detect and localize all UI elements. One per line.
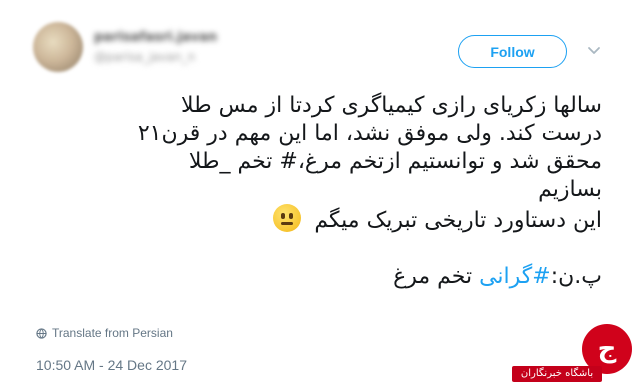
display-name[interactable]: parisafasri.javan <box>94 30 217 45</box>
tweet-last-line: پ.ن:#گرانی تخم مرغ <box>36 263 602 291</box>
translate-label[interactable]: Translate from Persian <box>52 326 173 340</box>
hashtag-link[interactable]: #گرانی <box>479 264 551 289</box>
globe-icon <box>36 327 47 339</box>
user-handle[interactable]: @parisa_javan_n <box>94 50 195 64</box>
follow-button[interactable]: Follow <box>458 35 567 68</box>
tweet-line: این دستاورد تاریخی تبریک میگم <box>314 208 602 233</box>
tweet-text: سالها زکریای رازی کیمیاگری کردتا از مس ط… <box>36 92 602 291</box>
tweet-line: درست کند. ولی موفق نشد، اما این مهم در ق… <box>137 121 602 146</box>
ps-suffix: تخم مرغ <box>393 264 480 289</box>
avatar[interactable] <box>33 22 83 72</box>
chevron-down-icon[interactable] <box>586 42 602 58</box>
watermark-text: باشگاه خبرنگاران <box>512 366 602 382</box>
neutral-face-emoji <box>273 204 302 232</box>
tweet-line: سالها زکریای رازی کیمیاگری کردتا از مس ط… <box>181 93 602 118</box>
tweet-timestamp[interactable]: 10:50 AM - 24 Dec 2017 <box>36 357 187 373</box>
ps-prefix: پ.ن: <box>550 264 602 289</box>
tweet-line: بسازیم <box>538 177 602 202</box>
tweet-line-with-emoji: این دستاورد تاریخی تبریک میگم <box>36 204 602 235</box>
tweet-line: محقق شد و توانستیم ازتخم مرغ،# تخم _طلا <box>188 149 602 174</box>
watermark-logo: ج باشگاه خبرنگاران <box>512 324 634 386</box>
translate-link[interactable]: Translate from Persian <box>36 326 173 340</box>
